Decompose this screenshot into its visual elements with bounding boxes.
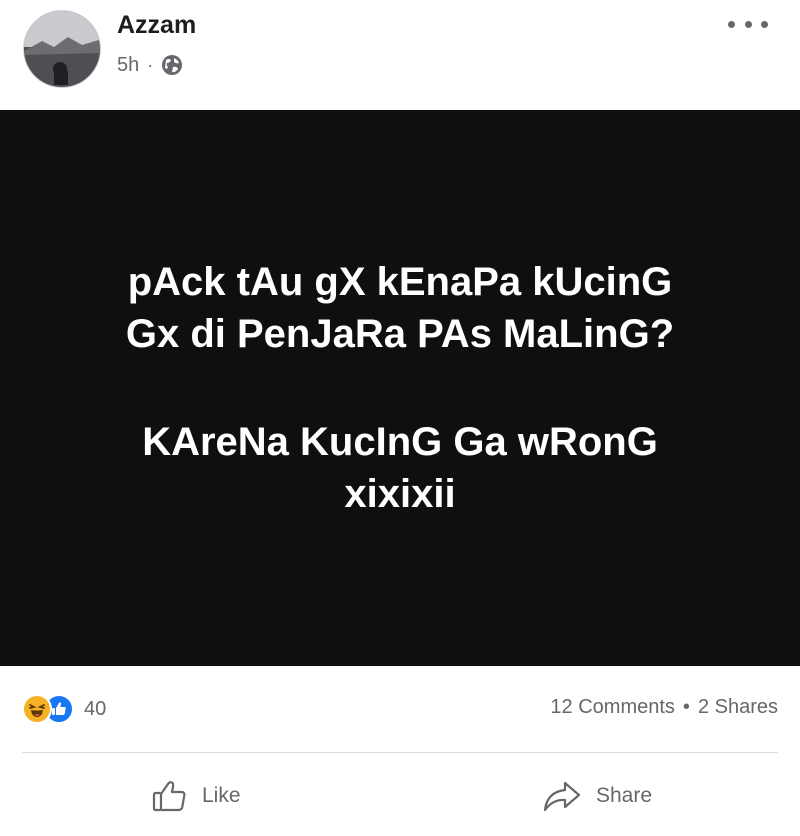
- share-arrow-icon: [543, 781, 581, 812]
- avatar-photo-icon: [24, 11, 100, 87]
- post-header: Azzam 5h ·: [0, 0, 800, 110]
- haha-icon: [22, 694, 52, 724]
- comments-count-link[interactable]: 12 Comments: [550, 696, 675, 719]
- action-bar: Like Share: [0, 764, 800, 828]
- post-meta: 5h ·: [117, 52, 183, 78]
- post-time[interactable]: 5h: [117, 54, 139, 77]
- image-text-line-2: Gx di PenJaRa PAs MaLinG?: [125, 312, 675, 356]
- like-label: Like: [202, 784, 241, 807]
- like-button[interactable]: Like: [152, 764, 241, 828]
- share-label: Share: [596, 784, 653, 807]
- meta-separator: ·: [147, 54, 154, 75]
- share-button[interactable]: Share: [542, 764, 652, 828]
- more-options-icon[interactable]: [728, 14, 768, 34]
- globe-icon: [162, 55, 183, 75]
- avatar[interactable]: [23, 10, 101, 88]
- reaction-summary[interactable]: 40: [22, 694, 106, 724]
- post-image[interactable]: pAck tAu gX kEnaPa kUcinG Gx di PenJaRa …: [0, 110, 800, 666]
- shares-count-link[interactable]: 2 Shares: [698, 696, 778, 719]
- image-text-line-4: xixixii: [344, 472, 456, 516]
- thumbs-up-icon: [152, 781, 186, 812]
- image-text-line-3: KAreNa KucInG Ga wRonG: [142, 420, 658, 464]
- engagement-summary: 12 Comments • 2 Shares: [550, 696, 778, 719]
- image-text-line-1: pAck tAu gX kEnaPa kUcinG: [127, 260, 673, 304]
- engagement-separator: •: [682, 696, 690, 718]
- reaction-count: 40: [84, 697, 107, 720]
- post-card: Azzam 5h · pAck tAu gX kEnaPa kUcinG Gx …: [0, 0, 800, 836]
- divider: [22, 752, 778, 753]
- author-name[interactable]: Azzam: [117, 11, 196, 40]
